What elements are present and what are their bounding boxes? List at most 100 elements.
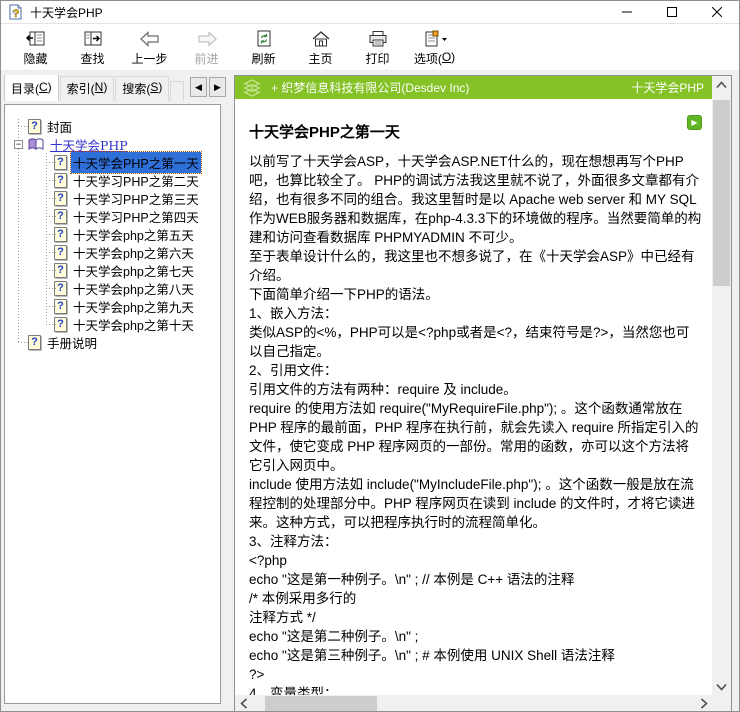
forward-label: 前进 (194, 50, 218, 67)
topic-paragraph: 2、引用文件： (249, 361, 702, 380)
help-topic-icon: ? (54, 317, 67, 332)
tree-item-day2[interactable]: ? 十天学习PHP之第二天 (5, 171, 220, 189)
topic-pane: + 织梦信息科技有限公司(Desdev Inc) 十天学会PHP ▶ 十天学会P… (234, 75, 732, 712)
navigation-pane: 目录(C) 索引(N) 搜索(S) ◀ ▶ (1, 71, 234, 712)
forward-button[interactable]: 前进 (178, 28, 235, 70)
home-label: 主页 (308, 50, 332, 67)
vertical-scrollbar[interactable] (712, 76, 731, 695)
help-topic-icon: ? (28, 335, 41, 350)
tree-item-day3[interactable]: ? 十天学习PHP之第三天 (5, 189, 220, 207)
help-topic-icon: ? (54, 281, 67, 296)
topic-paragraph: 以前写了十天学会ASP，十天学会ASP.NET什么的，现在想想再写个PHP吧，也… (249, 152, 702, 247)
topic-code-line: ?> (249, 665, 702, 684)
tree-item-day4[interactable]: ? 十天学习PHP之第四天 (5, 207, 220, 225)
tab-search[interactable]: 搜索(S) (115, 76, 169, 101)
open-book-icon (28, 137, 44, 151)
print-label: 打印 (365, 50, 389, 67)
chevron-right-icon: ▶ (214, 82, 221, 93)
topic-paragraph: 下面简单介绍一下PHP的语法。 (249, 285, 702, 304)
help-topic-icon: ? (54, 155, 67, 170)
tree-item-label[interactable]: 手册说明 (45, 332, 99, 353)
svg-text:?: ? (13, 8, 20, 20)
minimize-icon (622, 7, 632, 17)
title-bar: ? 十天学会PHP (1, 1, 739, 24)
tab-index[interactable]: 索引(N) (60, 76, 115, 101)
scroll-down-button[interactable] (712, 678, 731, 695)
help-topic-icon: ? (54, 227, 67, 242)
play-button[interactable]: ▶ (687, 115, 702, 130)
home-button[interactable]: 主页 (292, 28, 349, 70)
tree-item-cover[interactable]: ? 封面 (5, 117, 220, 135)
play-icon: ▶ (691, 118, 697, 127)
horizontal-scroll-thumb[interactable] (265, 696, 377, 711)
print-icon (368, 28, 388, 50)
options-button[interactable]: 选项(O) (406, 28, 463, 70)
vertical-scroll-thumb[interactable] (713, 100, 730, 286)
minimize-button[interactable] (604, 1, 649, 23)
help-topic-icon: ? (54, 263, 67, 278)
locate-button[interactable]: 查找 (64, 28, 121, 70)
tree-item-day5[interactable]: ? 十天学会php之第五天 (5, 225, 220, 243)
back-icon (139, 28, 161, 50)
horizontal-scrollbar[interactable] (235, 695, 712, 712)
topic-code-line: echo "这是第一种例子。\n" ; // 本例是 C++ 语法的注释 (249, 570, 702, 589)
back-button[interactable]: 上一步 (121, 28, 178, 70)
locate-label: 查找 (80, 50, 104, 67)
scroll-right-button[interactable] (695, 695, 712, 712)
topic-content[interactable]: ▶ 十天学会PHP之第一天 以前写了十天学会ASP，十天学会ASP.NET什么的… (235, 99, 712, 695)
options-label-key: O (442, 50, 451, 67)
scroll-up-button[interactable] (712, 76, 731, 93)
help-viewer-window: ? 十天学会PHP 隐藏 查找 (0, 0, 740, 712)
window-title: 十天学会PHP (30, 4, 103, 21)
tree-item-manual-notes[interactable]: ? 手册说明 (5, 333, 220, 351)
topic-code-line: 注释方式 */ (249, 608, 702, 627)
close-button[interactable] (694, 1, 739, 23)
tree-item-day1[interactable]: ? 十天学会PHP之第一天 (5, 153, 220, 171)
tab-search-label: 搜索( (122, 80, 150, 97)
home-icon (311, 28, 331, 50)
tree-item-day10[interactable]: ? 十天学会php之第十天 (5, 315, 220, 333)
tab-scroll-left-button[interactable]: ◀ (190, 77, 207, 97)
maximize-button[interactable] (649, 1, 694, 23)
forward-icon (196, 28, 218, 50)
tree-item-day6[interactable]: ? 十天学会php之第六天 (5, 243, 220, 261)
topic-paragraph: 引用文件的方法有两种：require 及 include。 (249, 380, 702, 399)
topic-paragraph: 类似ASP的<%，PHP可以是<?php或者是<?，结束符号是?>，当然您也可以… (249, 323, 702, 361)
topic-paragraph: 4、变量类型： (249, 684, 702, 695)
tree-item-day8[interactable]: ? 十天学会php之第八天 (5, 279, 220, 297)
chevron-right-icon (700, 698, 708, 709)
tab-scroll-right-button[interactable]: ▶ (209, 77, 226, 97)
options-icon (422, 28, 448, 50)
tab-partial[interactable] (170, 81, 184, 101)
tree-item-book[interactable]: − 十天学会PHP (5, 135, 220, 153)
options-label-pre: 选项( (414, 50, 442, 67)
maximize-icon (667, 7, 677, 17)
chevron-left-icon (240, 698, 248, 709)
dedecms-logo-icon (243, 79, 261, 97)
close-icon (712, 7, 722, 17)
tree-item-day7[interactable]: ? 十天学会php之第七天 (5, 261, 220, 279)
chevron-left-icon: ◀ (195, 82, 202, 93)
help-topic-icon: ? (54, 173, 67, 188)
topic-code-line: echo "这是第二种例子。\n" ; (249, 627, 702, 646)
back-label: 上一步 (131, 50, 167, 67)
topic-title: 十天学会PHP之第一天 (249, 121, 702, 142)
scrollbar-corner (712, 695, 731, 712)
hide-label: 隐藏 (23, 50, 47, 67)
refresh-button[interactable]: 刷新 (235, 28, 292, 70)
help-topic-icon: ? (54, 245, 67, 260)
topic-paragraph: require 的使用方法如 require("MyRequireFile.ph… (249, 399, 702, 475)
scroll-left-button[interactable] (235, 695, 252, 712)
tree-item-day9[interactable]: ? 十天学会php之第九天 (5, 297, 220, 315)
help-topic-icon: ? (54, 299, 67, 314)
hide-button[interactable]: 隐藏 (7, 28, 64, 70)
help-topic-icon: ? (54, 209, 67, 224)
topic-paragraph: include 使用方法如 include("MyIncludeFile.php… (249, 475, 702, 532)
tab-contents[interactable]: 目录(C) (4, 75, 59, 101)
main-area: 目录(C) 索引(N) 搜索(S) ◀ ▶ (1, 71, 740, 712)
topic-paragraph: 1、嵌入方法： (249, 304, 702, 323)
collapse-icon[interactable]: − (14, 140, 23, 149)
contents-tree: ? 封面 − 十天学会PHP ? 十天学会PHP之第一天 ? 十天学习 (4, 104, 221, 704)
tab-contents-label: 目录( (11, 80, 39, 97)
print-button[interactable]: 打印 (349, 28, 406, 70)
